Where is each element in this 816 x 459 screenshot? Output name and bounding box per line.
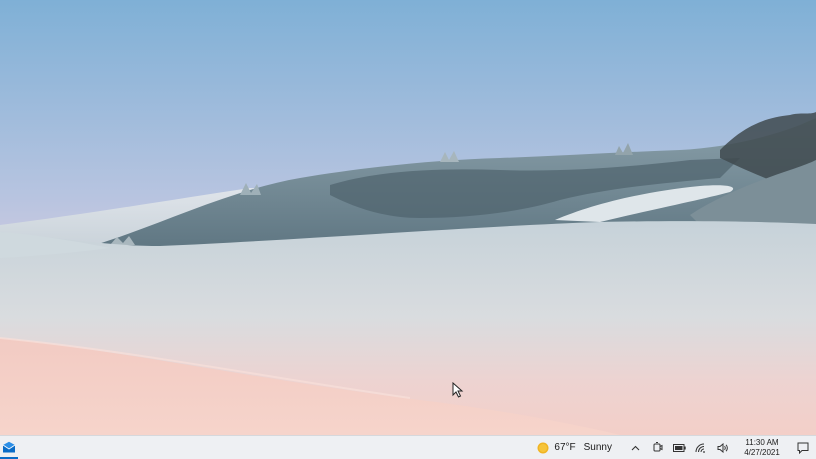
system-tray: 67°F Sunny 11:30 AM 4/27/2021 <box>533 436 816 459</box>
taskbar-app-mail[interactable] <box>0 436 18 459</box>
battery-icon <box>672 443 686 452</box>
weather-temperature: 67°F <box>554 442 576 453</box>
show-hidden-icons-button[interactable] <box>624 436 646 459</box>
taskbar: 67°F Sunny 11:30 AM 4/27/2021 <box>0 435 816 459</box>
chevron-up-icon <box>631 445 639 450</box>
clock-button[interactable]: 11:30 AM 4/27/2021 <box>738 436 786 459</box>
mouse-cursor-icon <box>452 382 464 398</box>
network-button[interactable] <box>690 436 712 459</box>
volume-icon <box>717 442 728 453</box>
battery-button[interactable] <box>668 436 690 459</box>
notification-center-button[interactable] <box>790 436 816 459</box>
clock-time: 11:30 AM <box>745 437 779 447</box>
meet-now-button[interactable] <box>646 436 668 459</box>
mail-icon <box>2 441 16 452</box>
desktop-wallpaper <box>0 0 816 435</box>
meet-now-icon <box>653 442 662 452</box>
sun-icon <box>537 442 549 453</box>
desktop[interactable]: 67°F Sunny 11:30 AM 4/27/2021 <box>0 0 816 459</box>
wifi-icon <box>695 443 705 453</box>
weather-condition: Sunny <box>583 442 612 453</box>
clock-date: 4/27/2021 <box>744 447 780 457</box>
notification-icon <box>797 442 809 454</box>
volume-button[interactable] <box>712 436 734 459</box>
weather-widget[interactable]: 67°F Sunny <box>533 436 616 459</box>
